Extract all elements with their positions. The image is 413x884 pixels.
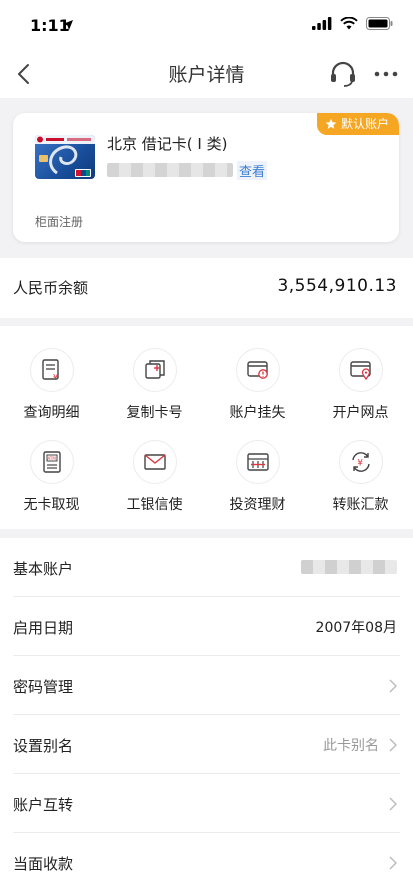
query-details-icon: ¥ — [30, 348, 74, 392]
row-label: 基本账户 — [13, 560, 74, 578]
grid-item-transfer[interactable]: ¥ 转账汇款 — [309, 418, 412, 513]
balance-label: 人民币余额 — [13, 279, 89, 297]
transfer-icon: ¥ — [339, 440, 383, 484]
default-badge-label: 默认账户 — [340, 117, 389, 131]
card-registration-label: 柜面注册 — [35, 215, 84, 229]
grid-item-copy-card[interactable]: 复制卡号 — [103, 326, 206, 421]
start-date-value: 2007年08月 — [315, 620, 397, 636]
branch-icon — [339, 348, 383, 392]
grid-label: 工银信使 — [126, 497, 183, 513]
grid-label: 无卡取现 — [23, 497, 80, 513]
row-label: 密码管理 — [13, 678, 74, 696]
row-label: 账户互转 — [13, 796, 74, 814]
mail-icon — [133, 440, 177, 484]
nav-bar: 账户详情 — [0, 50, 413, 98]
status-bar: 1:11 — [0, 0, 413, 50]
location-arrow-icon — [63, 20, 73, 30]
wifi-icon — [340, 17, 358, 30]
list-row-basic-account: 基本账户 — [0, 538, 413, 597]
chevron-right-icon — [389, 679, 397, 693]
row-label: 设置别名 — [13, 737, 74, 755]
svg-text:¥: ¥ — [53, 373, 58, 382]
balance-value: 3,554,910.13 — [277, 276, 397, 296]
row-label: 启用日期 — [13, 619, 74, 637]
view-card-number-link[interactable]: 查看 — [237, 161, 268, 180]
grid-item-cardless-withdraw[interactable]: ATM 无卡取现 — [0, 418, 103, 513]
list-row-transfer-between[interactable]: 账户互转 — [0, 774, 413, 833]
list-row-alias[interactable]: 设置别名 此卡别名 — [0, 715, 413, 774]
grid-item-invest[interactable]: 投资理财 — [206, 418, 309, 513]
masked-card-number — [107, 163, 233, 177]
account-card[interactable]: 默认账户 北京 借记卡( Ⅰ 类) 查看 柜面注册 — [13, 113, 399, 242]
list-row-start-date: 启用日期 2007年08月 — [0, 597, 413, 656]
report-loss-icon — [236, 348, 280, 392]
star-icon — [325, 118, 337, 129]
default-account-badge: 默认账户 — [316, 113, 399, 135]
battery-icon — [366, 17, 393, 30]
row-label: 当面收款 — [13, 855, 74, 873]
card-title: 北京 借记卡( Ⅰ 类) — [107, 135, 228, 153]
chevron-right-icon — [389, 856, 397, 870]
more-icon[interactable] — [372, 64, 400, 84]
status-icons — [312, 17, 393, 30]
grid-label: 转账汇款 — [332, 497, 389, 513]
chevron-right-icon — [389, 797, 397, 811]
svg-text:ATM: ATM — [48, 456, 57, 461]
function-grid: ¥ 查询明细 复制卡号 账户挂失 开户网点 ATM 无卡取现 工银信使 投资理财… — [0, 326, 413, 529]
account-info-list: 基本账户 启用日期 2007年08月 密码管理 设置别名 此卡别名 账户互转 当… — [0, 538, 413, 884]
atm-icon: ATM — [30, 440, 74, 484]
signal-icon — [312, 17, 332, 30]
balance-row: 人民币余额 3,554,910.13 — [0, 258, 413, 318]
copy-card-icon — [133, 348, 177, 392]
chevron-right-icon — [389, 738, 397, 752]
list-row-face-to-face[interactable]: 当面收款 — [0, 833, 413, 884]
list-row-password[interactable]: 密码管理 — [0, 656, 413, 715]
grid-item-query-details[interactable]: ¥ 查询明细 — [0, 326, 103, 421]
alias-hint: 此卡别名 — [323, 738, 379, 754]
customer-service-icon[interactable] — [328, 60, 358, 90]
grid-item-messenger[interactable]: 工银信使 — [103, 418, 206, 513]
svg-text:¥: ¥ — [357, 459, 363, 469]
grid-item-branch[interactable]: 开户网点 — [309, 326, 412, 421]
masked-account-number — [301, 560, 397, 574]
bank-card-image — [35, 135, 95, 179]
grid-label: 投资理财 — [229, 497, 286, 513]
grid-item-report-loss[interactable]: 账户挂失 — [206, 326, 309, 421]
invest-icon — [236, 440, 280, 484]
